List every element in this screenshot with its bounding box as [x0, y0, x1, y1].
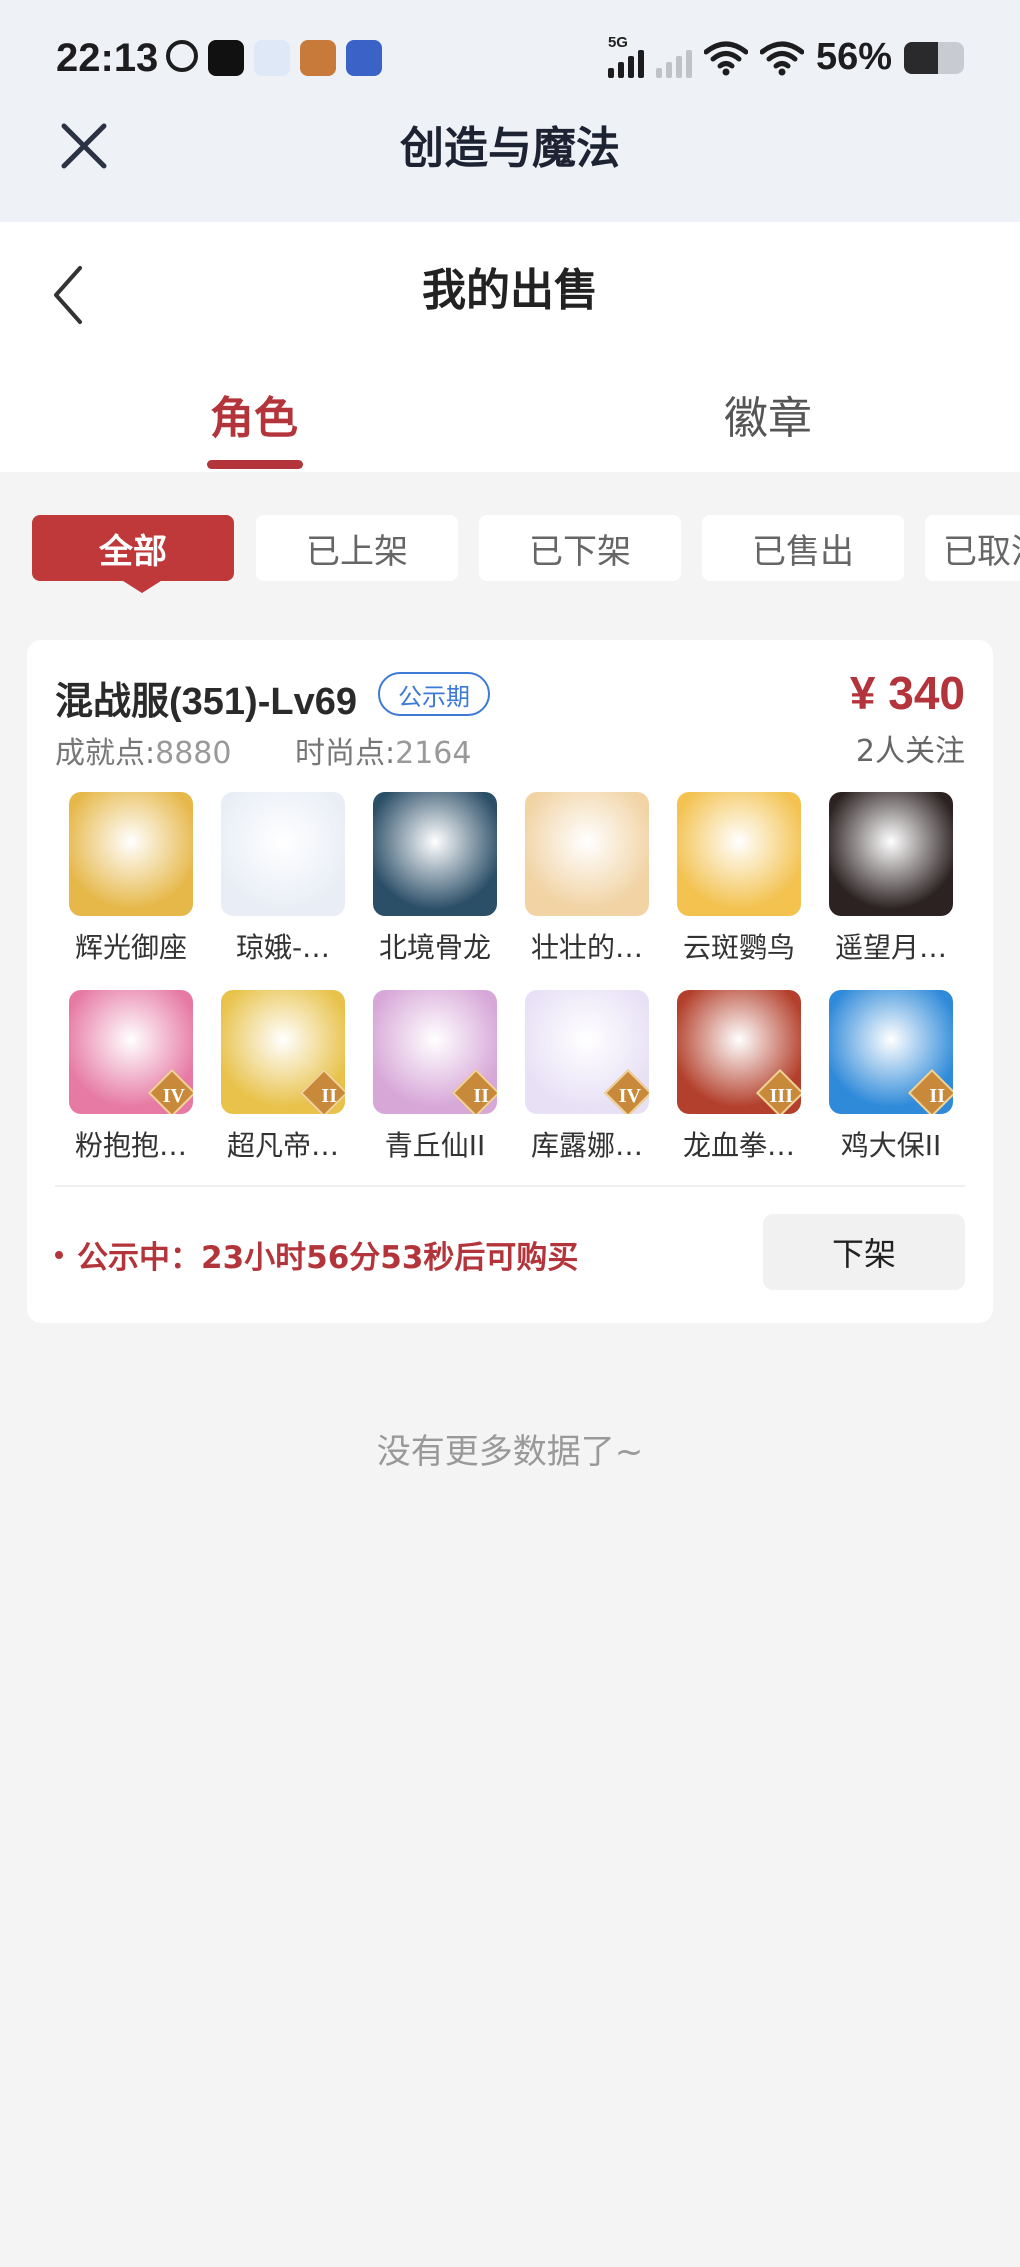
golden-armor-icon: II — [221, 990, 345, 1114]
watchers-count: 2人关注 — [855, 734, 965, 769]
item-tile[interactable]: II 超凡帝… — [207, 990, 359, 1164]
item-tile[interactable]: 辉光御座 — [55, 792, 207, 966]
item-tile[interactable]: II 青丘仙II — [359, 990, 511, 1164]
cat-icon — [525, 792, 649, 916]
item-tile[interactable]: 琼娥-… — [207, 792, 359, 966]
active-filter-pointer — [120, 579, 164, 593]
bullet-icon — [55, 1250, 63, 1259]
wifi-icon — [703, 41, 748, 75]
rank-label: II — [929, 1085, 945, 1107]
wifi-icon-2 — [759, 41, 804, 75]
game-app-icon-2 — [346, 40, 382, 76]
item-name: 壮壮的… — [530, 931, 643, 964]
bone-dragon-icon — [373, 792, 497, 916]
fox-fairy-icon: II — [373, 990, 497, 1114]
rank-label: IV — [162, 1085, 185, 1107]
white-hair-girl-icon: IV — [525, 990, 649, 1114]
item-name: 辉光御座 — [74, 931, 187, 964]
unlist-button[interactable]: 下架 — [763, 1214, 965, 1290]
divider — [55, 1185, 965, 1187]
filter-listed[interactable]: 已上架 — [256, 515, 458, 581]
parrot-icon — [677, 792, 801, 916]
filter-sold[interactable]: 已售出 — [702, 515, 904, 581]
achievement-label: 成就点: — [55, 736, 156, 771]
fashion-label: 时尚点: — [295, 736, 396, 771]
item-name: 龙血拳… — [682, 1129, 795, 1162]
price: ¥ 340 — [849, 667, 965, 719]
filter-chips: 全部 已上架 已下架 已售出 已取消 — [32, 515, 1020, 593]
item-name: 琼娥-… — [235, 931, 331, 964]
notice: 公示中：23小时56分53秒后可购买 — [55, 1232, 578, 1277]
filter-cancelled[interactable]: 已取消 — [925, 515, 1020, 581]
item-tile[interactable]: IV 库露娜… — [511, 990, 663, 1164]
tab-badges[interactable]: 徽章 — [724, 382, 812, 446]
game-app-icon — [254, 40, 290, 76]
achievement-points: 成就点:8880 — [55, 728, 231, 772]
red-beast-icon: III — [677, 990, 801, 1114]
honor-of-kings-icon — [300, 40, 336, 76]
fashion-value: 2164 — [395, 736, 472, 771]
battery-icon — [904, 41, 964, 74]
rank-label: IV — [618, 1085, 641, 1107]
notice-text: 公示中：23小时56分53秒后可购买 — [77, 1240, 579, 1276]
throne-icon — [69, 792, 193, 916]
cell-signal-icon: 5G — [607, 34, 644, 78]
status-bar: 22:13 5G 56% — [0, 0, 1020, 120]
status-badge: 公示期 — [378, 672, 490, 716]
status-time: 22:13 — [56, 36, 159, 80]
moon-fairy-icon — [221, 792, 345, 916]
item-tile[interactable]: 遥望月… — [815, 792, 967, 966]
cell-signal-2-icon — [655, 38, 692, 78]
network-tag: 5G — [607, 33, 628, 51]
battery-percent: 56% — [815, 36, 892, 78]
server-name: 混战服(351)-Lv69 — [55, 681, 357, 723]
netease-icon — [166, 40, 198, 72]
app-title: 创造与魔法 — [400, 123, 620, 174]
listing-card[interactable]: 混战服(351)-Lv69 公示期 成就点:8880 时尚点:2164 ¥ 34… — [27, 640, 993, 1323]
item-tile[interactable]: IV 粉抱抱… — [55, 990, 207, 1164]
fashion-points: 时尚点:2164 — [295, 728, 471, 772]
tab-roles[interactable]: 角色 — [210, 382, 298, 446]
status-indicators: 5G 56% — [607, 34, 964, 79]
status-app-icons — [166, 40, 382, 76]
tab-active-indicator — [207, 460, 303, 469]
item-tile[interactable]: 云斑鹦鸟 — [663, 792, 815, 966]
item-name: 遥望月… — [834, 931, 947, 964]
pig-icon — [829, 792, 953, 916]
battery-fill — [904, 41, 938, 74]
blue-chick-icon: II — [829, 990, 953, 1114]
item-tile[interactable]: II 鸡大保II — [815, 990, 967, 1164]
rank-label: II — [321, 1085, 337, 1107]
item-name: 北境骨龙 — [378, 931, 491, 964]
item-tile[interactable]: 北境骨龙 — [359, 792, 511, 966]
item-name: 鸡大保II — [840, 1129, 942, 1162]
item-name: 粉抱抱… — [74, 1129, 187, 1162]
achievement-value: 8880 — [155, 736, 232, 771]
page-header: 我的出售 角色 徽章 — [0, 222, 1020, 472]
filter-all[interactable]: 全部 — [32, 515, 234, 581]
no-more-data: 没有更多数据了~ — [376, 1432, 644, 1472]
item-name: 超凡帝… — [226, 1129, 339, 1162]
rank-label: III — [769, 1085, 793, 1107]
top-area: 22:13 5G 56% 创造与魔法 — [0, 0, 1020, 222]
item-name: 库露娜… — [530, 1129, 643, 1162]
item-tile[interactable]: III 龙血拳… — [663, 990, 815, 1164]
pink-bear-icon: IV — [69, 990, 193, 1114]
tiktok-icon — [208, 40, 244, 76]
item-tile[interactable]: 壮壮的… — [511, 792, 663, 966]
item-name: 云斑鹦鸟 — [682, 931, 795, 964]
item-name: 青丘仙II — [384, 1129, 486, 1162]
page-title: 我的出售 — [422, 265, 598, 316]
rank-label: II — [473, 1085, 489, 1107]
filter-unlisted[interactable]: 已下架 — [479, 515, 681, 581]
